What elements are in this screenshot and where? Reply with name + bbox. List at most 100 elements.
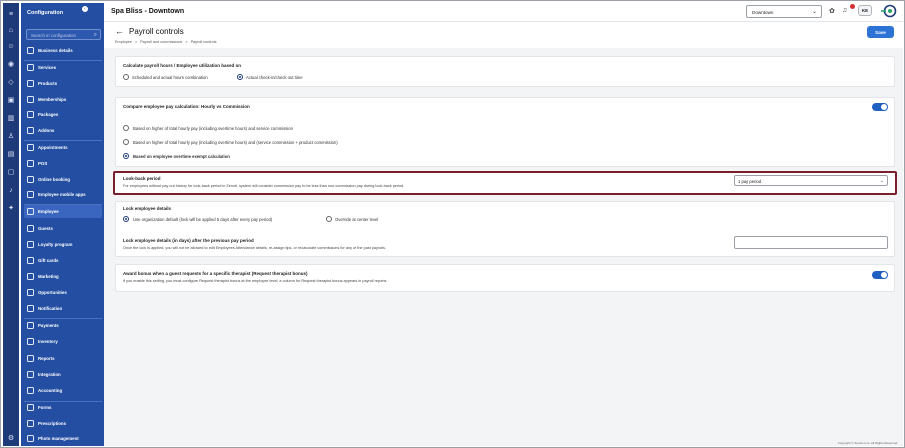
sidebar-item-inventory[interactable]: Inventory	[24, 335, 102, 348]
sidebar-item-services[interactable]: Services	[24, 61, 102, 74]
employee-icon	[27, 208, 34, 215]
chart-icon[interactable]: ▥	[7, 115, 15, 122]
sidebar-item-pos[interactable]: POS	[24, 157, 102, 170]
building-icon	[27, 47, 34, 54]
bell-icon[interactable]: ♪	[7, 187, 15, 194]
sidebar-item-label: Reports	[38, 356, 55, 361]
save-button[interactable]: Save	[867, 26, 894, 38]
hours-option-scheduled-radio[interactable]	[123, 74, 129, 80]
lock-option-override-radio[interactable]	[326, 216, 332, 222]
sidebar-item-integration[interactable]: Integration	[24, 368, 102, 381]
sidebar-item-memberships[interactable]: Memberships	[24, 93, 102, 106]
document-icon[interactable]: ▤	[7, 151, 15, 158]
sidebar-item-notification[interactable]: Notification	[24, 302, 102, 315]
payments-icon	[27, 322, 34, 329]
photo-icon	[27, 435, 34, 442]
lookback-period-description: For employees without pay out history fo…	[123, 184, 405, 188]
sidebar-item-label: Opportunities	[38, 290, 67, 295]
lookback-period-select[interactable]: 1 pay period ⌄	[734, 175, 888, 186]
sidebar-item-employee-mobile-apps[interactable]: Employee mobile apps	[24, 188, 102, 201]
sidebar-item-appointments[interactable]: Appointments	[24, 141, 102, 154]
calendar-icon[interactable]: ▣	[7, 97, 15, 104]
sidebar-item-business-details[interactable]: Business details	[24, 44, 102, 57]
opportunities-icon	[27, 289, 34, 296]
configuration-sidebar: Configuration Search in configuration ⌕ …	[21, 3, 104, 446]
sidebar-item-label: Inventory	[38, 339, 58, 344]
sidebar-item-payments[interactable]: Payments	[24, 319, 102, 332]
box-icon[interactable]: ▢	[7, 169, 15, 176]
services-icon	[27, 64, 34, 71]
user-icon[interactable]: ☺	[7, 43, 15, 50]
lock-option-org-default-radio[interactable]	[123, 216, 129, 222]
breadcrumb-employee[interactable]: Employee	[115, 40, 132, 44]
guests-icon	[27, 225, 34, 232]
sidebar-item-packages[interactable]: Packages	[24, 108, 102, 121]
calendar-icon	[27, 144, 34, 151]
sidebar-item-photo-management[interactable]: Photo management	[24, 432, 102, 445]
membership-icon	[27, 96, 34, 103]
sidebar-item-loyalty-program[interactable]: Loyalty program	[24, 238, 102, 251]
compare-pay-toggle[interactable]	[872, 103, 888, 111]
sidebar-item-label: Online booking	[38, 177, 70, 182]
sidebar-item-label: Gift cards	[38, 258, 59, 263]
request-bonus-description: If you enable this setting, you must con…	[123, 279, 388, 283]
sidebar-item-label: Memberships	[38, 97, 67, 102]
sidebar-item-employee[interactable]: Employee	[24, 205, 102, 218]
sidebar-item-label: Employee mobile apps	[38, 192, 86, 197]
sidebar-item-label: Appointments	[38, 145, 68, 150]
lock-days-input[interactable]	[734, 236, 888, 249]
user-avatar[interactable]: KE	[858, 5, 872, 16]
home-icon[interactable]: ⌂	[7, 27, 15, 34]
star-icon[interactable]: ✦	[7, 205, 15, 212]
header-divider	[104, 21, 903, 22]
forms-icon	[27, 404, 34, 411]
breadcrumb-separator: >	[185, 40, 188, 44]
sidebar-item-label: Business details	[38, 48, 73, 53]
gift-icon[interactable]: ✿	[829, 7, 835, 15]
sidebar-item-guests[interactable]: Guests	[24, 222, 102, 235]
menu-icon[interactable]: ≡	[7, 11, 15, 18]
sidebar-item-accounting[interactable]: Accounting	[24, 384, 102, 397]
store-name: Spa Bliss - Downtown	[111, 8, 185, 15]
tag-icon[interactable]: ◇	[7, 79, 15, 86]
gift-card-icon	[27, 257, 34, 264]
sidebar-item-reports[interactable]: Reports	[24, 352, 102, 365]
sidebar-item-gift-cards[interactable]: Gift cards	[24, 254, 102, 267]
compare-option-service-radio[interactable]	[123, 125, 129, 131]
collapse-sidebar-icon[interactable]: ‹	[81, 5, 89, 13]
back-arrow-icon[interactable]: ←	[115, 26, 124, 36]
sidebar-item-label: Payments	[38, 323, 59, 328]
settings-icon[interactable]: ⚙	[7, 435, 15, 442]
lock-days-label: Lock employee details (in days) after th…	[123, 238, 254, 243]
compare-pay-label: Compare employee pay calculation: Hourly…	[123, 104, 250, 109]
sidebar-item-forms[interactable]: Forms	[24, 401, 102, 414]
sidebar-item-label: Marketing	[38, 274, 59, 279]
sidebar-item-label: Employee	[38, 209, 59, 214]
sidebar-item-label: Notification	[38, 306, 63, 311]
people-icon[interactable]: ♙	[7, 133, 15, 140]
compare-option-overtime-radio[interactable]	[123, 153, 129, 159]
globe-icon[interactable]: ◉	[7, 61, 15, 68]
sidebar-item-label: Photo management	[38, 436, 79, 441]
sidebar-item-online-booking[interactable]: Online booking	[24, 173, 102, 186]
location-select[interactable]: Downtown ⌄	[746, 5, 822, 18]
sidebar-item-prescriptions[interactable]: Prescriptions	[24, 417, 102, 430]
notification-bell-icon[interactable]: ♫	[842, 7, 847, 14]
compare-pay-card: Compare employee pay calculation: Hourly…	[115, 97, 895, 167]
sidebar-item-products[interactable]: Products	[24, 77, 102, 90]
request-bonus-toggle[interactable]	[872, 271, 888, 279]
sidebar-item-addons[interactable]: Addons	[24, 124, 102, 137]
sidebar-search-input[interactable]: Search in configuration ⌕	[26, 29, 101, 40]
compare-option-overtime-label: Based on employee overtime exempt calcul…	[133, 154, 230, 159]
integration-icon	[27, 371, 34, 378]
compare-option-service-product-radio[interactable]	[123, 139, 129, 145]
request-bonus-card: Award bonus when a guest requests for a …	[115, 264, 895, 292]
sidebar-item-label: Addons	[38, 128, 55, 133]
sidebar-item-label: Integration	[38, 372, 61, 377]
sidebar-item-marketing[interactable]: Marketing	[24, 270, 102, 283]
breadcrumb-payroll-and-commissions[interactable]: Payroll and commissions	[140, 40, 182, 44]
pos-icon	[27, 160, 34, 167]
request-bonus-label: Award bonus when a guest requests for a …	[123, 271, 308, 276]
sidebar-item-opportunities[interactable]: Opportunities	[24, 286, 102, 299]
hours-option-actual-radio[interactable]	[237, 74, 243, 80]
